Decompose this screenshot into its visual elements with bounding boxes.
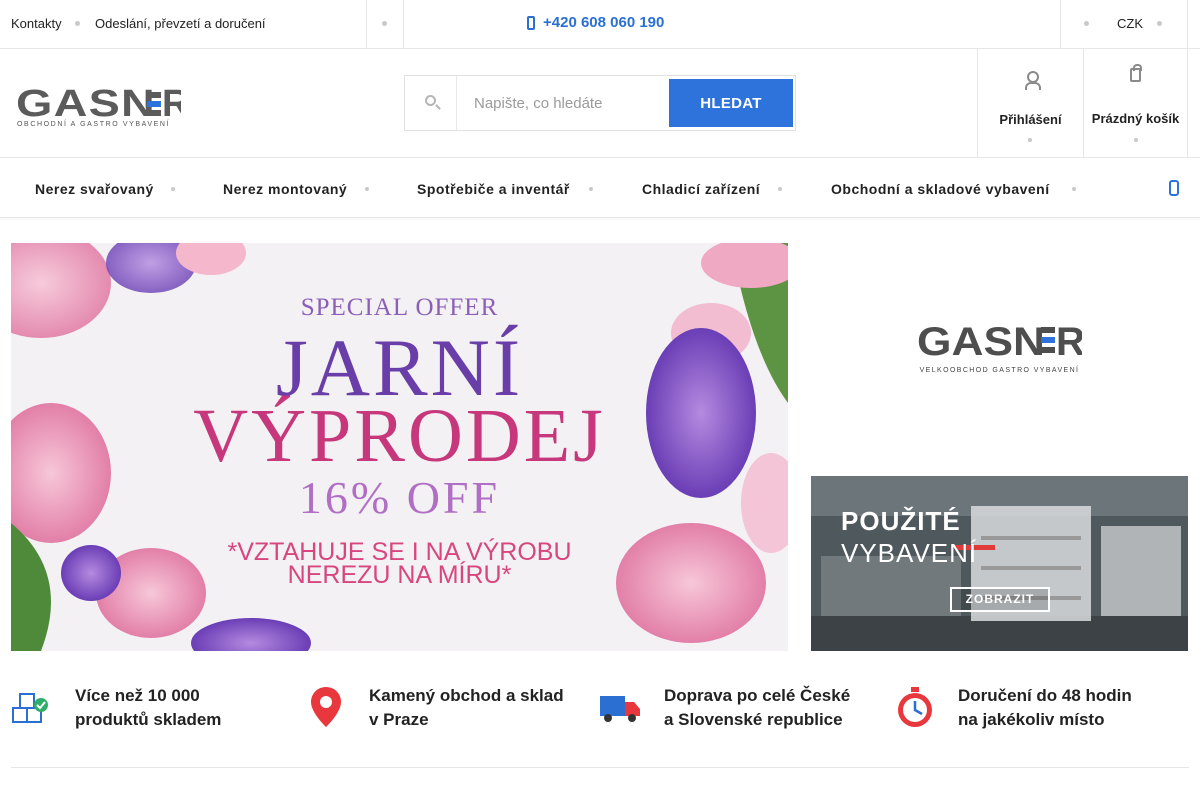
feature-store-line1: Kamený obchod a sklad: [369, 686, 564, 705]
divider: [1060, 0, 1061, 48]
hero-banner[interactable]: SPECIAL OFFER JARNÍ VÝPRODEJ 16% OFF *VZ…: [11, 243, 788, 651]
site-logo[interactable]: GASN R OBCHODNÍ A GASTRO VYBAVENÍ: [16, 86, 181, 128]
cart-label: Prázdný košík: [1091, 111, 1180, 126]
currency-selector[interactable]: CZK: [1117, 16, 1143, 31]
boxes-check-icon: [12, 693, 48, 723]
logo-tagline: OBCHODNÍ A GASTRO VYBAVENÍ: [17, 121, 171, 128]
cart-icon: [1130, 64, 1142, 82]
phone-contact[interactable]: +420 608 060 190: [527, 14, 664, 31]
nav-item-store-equipment[interactable]: Obchodní a skladové vybavení: [831, 181, 1050, 197]
feature-delivery-line2: na jakékoliv místo: [958, 710, 1105, 729]
nav-item-assembled-steel[interactable]: Nerez montovaný: [223, 181, 347, 197]
divider: [403, 0, 404, 48]
chevron-down-icon: [1028, 138, 1032, 142]
search-icon-box: [405, 76, 457, 130]
header: GASN R OBCHODNÍ A GASTRO VYBAVENÍ HLEDAT…: [0, 49, 1200, 158]
feature-shipping-line2: a Slovenské republice: [664, 710, 843, 729]
chevron-down-icon: [778, 187, 782, 191]
chevron-down-icon: [365, 187, 369, 191]
brand-tagline: VELKOOBCHOD GASTRO VYBAVENÍ: [919, 367, 1080, 374]
svg-text:GASN: GASN: [16, 86, 156, 120]
flag-icon: [1084, 21, 1089, 26]
shipping-info-link[interactable]: Odeslání, převzetí a doručení: [95, 16, 266, 31]
used-title-line1: POUŽITÉ: [841, 506, 961, 536]
svg-text:R: R: [162, 86, 181, 120]
feature-store: Kamený obchod a sklad v Praze: [310, 684, 595, 734]
divider: [366, 0, 367, 48]
feature-stock: Více než 10 000 produktů skladem: [11, 684, 291, 734]
nav-item-cooling[interactable]: Chladicí zařízení: [642, 181, 760, 197]
map-pin-icon: [311, 687, 341, 727]
feature-delivery-line1: Doručení do 48 hodin: [958, 686, 1132, 705]
cart-button[interactable]: Prázdný košík: [1084, 49, 1187, 157]
chevron-down-icon: [589, 187, 593, 191]
more-links-icon[interactable]: [382, 21, 387, 26]
feature-stock-line2: produktů skladem: [75, 710, 222, 729]
phone-number: +420 608 060 190: [543, 14, 665, 31]
search-icon: [425, 95, 436, 106]
hero-discount: 16% OFF: [298, 472, 501, 523]
brand-banner[interactable]: GASN R VELKOOBCHOD GASTRO VYBAVENÍ: [811, 243, 1188, 441]
top-bar: Kontakty Odeslání, převzetí a doručení +…: [0, 0, 1200, 49]
hero-special-offer: SPECIAL OFFER: [300, 294, 499, 321]
hero-note-line2: NEREZU NA MÍRU*: [287, 561, 512, 589]
search-input[interactable]: [458, 77, 666, 129]
show-used-button[interactable]: ZOBRAZIT: [950, 587, 1050, 612]
nav-item-appliances[interactable]: Spotřebiče a inventář: [417, 181, 570, 197]
svg-text:R: R: [1056, 321, 1082, 361]
brand-logo: GASN R: [917, 320, 1085, 364]
chevron-down-icon: [171, 187, 175, 191]
hero-title-line2: VÝPRODEJ: [193, 394, 606, 478]
divider: [1187, 49, 1188, 157]
stopwatch-icon: [898, 687, 932, 727]
search-button[interactable]: HLEDAT: [669, 79, 793, 127]
divider: [1187, 0, 1188, 48]
contacts-link[interactable]: Kontakty: [11, 16, 62, 31]
feature-delivery-time: Doručení do 48 hodin na jakékoliv místo: [895, 684, 1185, 734]
login-label: Přihlášení: [999, 112, 1062, 127]
logo-wordmark: GASN R: [16, 86, 181, 120]
chevron-down-icon: [1072, 187, 1076, 191]
used-title-line2: VYBAVENÍ: [841, 538, 978, 568]
separator-dot: [75, 21, 80, 26]
feature-shipping: Doprava po celé České a Slovenské republ…: [599, 684, 889, 734]
divider: [11, 767, 1189, 768]
nav-search-icon[interactable]: [1167, 180, 1179, 196]
svg-text:GASN: GASN: [917, 321, 1045, 361]
nav-item-welded-steel[interactable]: Nerez svařovaný: [35, 181, 154, 197]
search-box: HLEDAT: [404, 75, 796, 131]
feature-store-line2: v Praze: [369, 710, 429, 729]
used-equipment-banner[interactable]: POUŽITÉ VYBAVENÍ ZOBRAZIT: [811, 476, 1188, 651]
main-navigation: Nerez svařovaný Nerez montovaný Spotřebi…: [0, 158, 1200, 218]
user-icon: [1025, 71, 1041, 90]
chevron-down-icon: [1157, 21, 1162, 26]
phone-icon: [527, 15, 535, 30]
feature-shipping-line1: Doprava po celé České: [664, 686, 851, 705]
chevron-down-icon: [1134, 138, 1138, 142]
feature-stock-line1: Více než 10 000: [75, 686, 200, 705]
login-button[interactable]: Přihlášení: [978, 49, 1083, 157]
delivery-truck-icon: [600, 696, 640, 722]
